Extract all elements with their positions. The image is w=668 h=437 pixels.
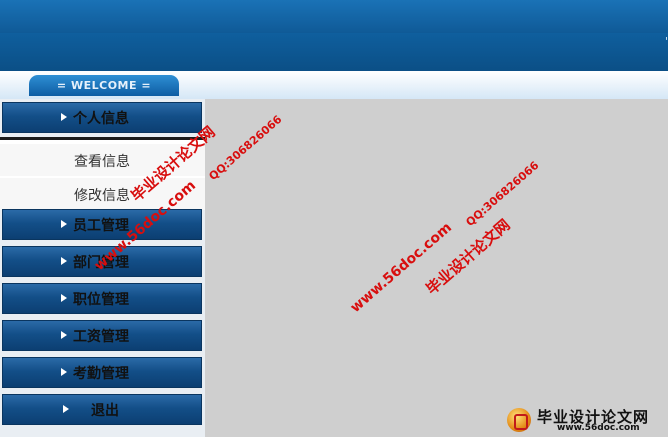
triangle-right-icon: [61, 294, 67, 302]
menu-label: 职位管理: [73, 292, 129, 308]
menu-personal-info[interactable]: 个人信息: [2, 102, 202, 133]
triangle-right-icon: [63, 405, 69, 413]
menu-label: 考勤管理: [73, 366, 129, 382]
triangle-right-icon: [61, 113, 67, 121]
triangle-right-icon: [61, 220, 67, 228]
footer-logo: 毕业设计论文网 www.56doc.com: [505, 406, 665, 434]
menu-label: 个人信息: [73, 111, 129, 127]
submenu-label: 修改信息: [74, 188, 130, 204]
menu-attendance-management[interactable]: 考勤管理: [2, 357, 202, 388]
header-bar: ': [0, 33, 668, 71]
triangle-right-icon: [61, 257, 67, 265]
triangle-right-icon: [61, 331, 67, 339]
menu-label: 退出: [91, 403, 119, 419]
menu-label: 员工管理: [73, 218, 129, 234]
menu-position-management[interactable]: 职位管理: [2, 283, 202, 314]
welcome-tab: = WELCOME =: [29, 75, 179, 96]
footer-url: www.56doc.com: [557, 423, 640, 433]
submenu-label: 查看信息: [74, 154, 130, 170]
menu-label: 工资管理: [73, 329, 129, 345]
menu-salary-management[interactable]: 工资管理: [2, 320, 202, 351]
menu-employee-management[interactable]: 员工管理: [2, 209, 202, 240]
logo-emblem-icon: [507, 408, 531, 432]
top-banner: [0, 0, 668, 33]
welcome-strip: = WELCOME =: [0, 71, 668, 99]
triangle-right-icon: [61, 368, 67, 376]
menu-logout[interactable]: 退出: [2, 394, 202, 425]
main-content-area: [205, 99, 668, 437]
